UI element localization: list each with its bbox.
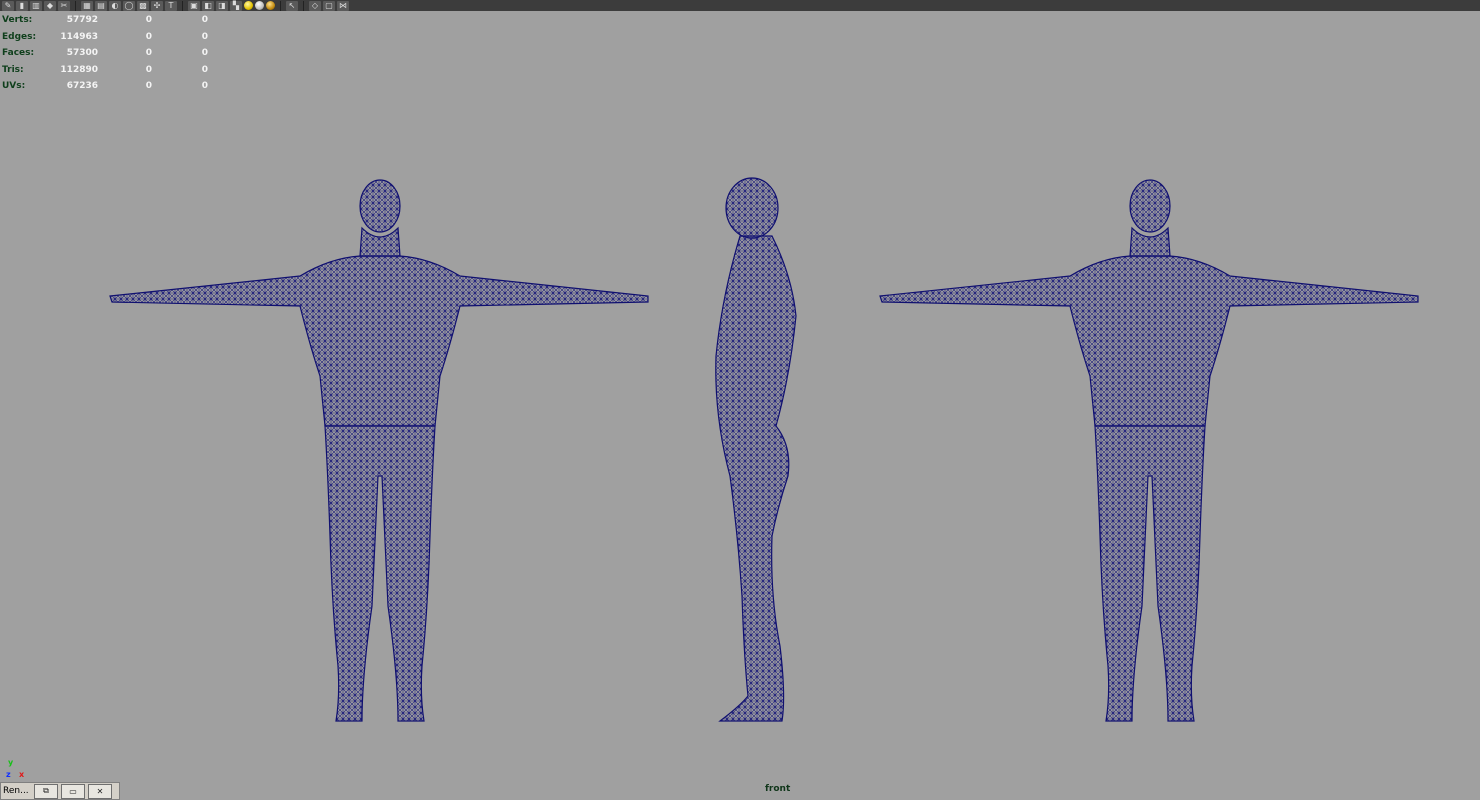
sphere-yellow-icon[interactable] xyxy=(244,1,253,10)
hud-value: 0 xyxy=(201,15,208,26)
cube-icon[interactable]: ▣ xyxy=(188,0,200,11)
hud-label: Tris: xyxy=(2,64,24,75)
hud-row-edges: Edges: 114963 0 0 xyxy=(2,29,208,46)
poly-count-hud: Verts: 57792 0 0 Edges: 114963 0 0 Faces… xyxy=(2,12,208,95)
smooth-icon[interactable]: ◯ xyxy=(123,0,135,11)
hud-row-verts: Verts: 57792 0 0 xyxy=(2,12,208,29)
axis-x-label: x xyxy=(19,770,25,779)
wireframe-figure-side[interactable] xyxy=(700,176,810,726)
hud-label: Faces: xyxy=(2,48,35,59)
render-icon[interactable]: ◆ xyxy=(44,0,56,11)
hud-label: Edges: xyxy=(2,31,37,42)
hud-row-uvs: UVs: 67236 0 0 xyxy=(2,78,208,95)
close-button[interactable]: ✕ xyxy=(88,783,112,799)
hud-value: 112890 xyxy=(60,64,98,75)
grid-icon[interactable]: ▦ xyxy=(81,0,93,11)
hud-label: UVs: xyxy=(2,81,26,92)
checker-icon[interactable]: ▚ xyxy=(230,0,242,11)
hud-value: 0 xyxy=(145,15,152,26)
hud-row-tris: Tris: 112890 0 0 xyxy=(2,62,208,79)
camera-icon[interactable]: ◧ xyxy=(202,0,214,11)
wireframe-icon[interactable]: ▤ xyxy=(95,0,107,11)
texture-icon[interactable]: ▩ xyxy=(137,0,149,11)
axis-z-label: z xyxy=(6,770,11,779)
hud-value: 67236 xyxy=(66,81,98,92)
hud-value: 0 xyxy=(145,64,152,75)
hud-row-faces: Faces: 57300 0 0 xyxy=(2,45,208,62)
film-icon[interactable]: ✂ xyxy=(58,0,70,11)
viewport-toolbar: ✎ ▮ ▥ ◆ ✂ ▦ ▤ ◐ ◯ ▩ ✣ T ▣ ◧ ◨ ▚ ↖ ◇ ▢ ⋈ xyxy=(0,0,1480,11)
shaded-icon[interactable]: ◐ xyxy=(109,0,121,11)
pencil-icon[interactable]: ✎ xyxy=(2,0,14,11)
hud-value: 0 xyxy=(145,31,152,42)
hud-value: 0 xyxy=(145,48,152,59)
hud-label: Verts: xyxy=(2,15,33,26)
sphere-grey-icon[interactable] xyxy=(255,1,264,10)
wireframe-figure-right[interactable] xyxy=(870,176,1430,726)
hud-value: 0 xyxy=(201,81,208,92)
hud-value: 0 xyxy=(145,81,152,92)
select-icon[interactable]: ↖ xyxy=(286,0,298,11)
hud-value: 114963 xyxy=(60,31,98,42)
hud-value: 0 xyxy=(201,64,208,75)
xray-icon[interactable]: ◨ xyxy=(216,0,228,11)
sphere-gold-icon[interactable] xyxy=(266,1,275,10)
isolate-icon[interactable]: ◇ xyxy=(309,0,321,11)
hud-value: 0 xyxy=(201,48,208,59)
wireframe-figure-left[interactable] xyxy=(100,176,660,726)
hud-value: 57300 xyxy=(66,48,98,59)
frame-icon[interactable]: ▢ xyxy=(323,0,335,11)
minimized-window[interactable]: Ren... ⧉ ▭ ✕ xyxy=(0,782,120,800)
hud-value: 57792 xyxy=(66,15,98,26)
axis-y-label: y xyxy=(8,758,14,767)
layout-icon[interactable]: ▥ xyxy=(30,0,42,11)
maximize-button[interactable]: ▭ xyxy=(61,783,85,799)
minimized-window-title[interactable]: Ren... xyxy=(3,786,31,796)
snap-icon[interactable]: ▮ xyxy=(16,0,28,11)
axis-gizmo: y z x xyxy=(6,758,28,780)
camera-name-label: front xyxy=(765,784,791,794)
share-icon[interactable]: ⋈ xyxy=(337,0,349,11)
shadow-icon[interactable]: T xyxy=(165,0,177,11)
front-viewport[interactable] xyxy=(0,11,1480,800)
restore-button[interactable]: ⧉ xyxy=(34,783,58,799)
hud-value: 0 xyxy=(201,31,208,42)
light-icon[interactable]: ✣ xyxy=(151,0,163,11)
